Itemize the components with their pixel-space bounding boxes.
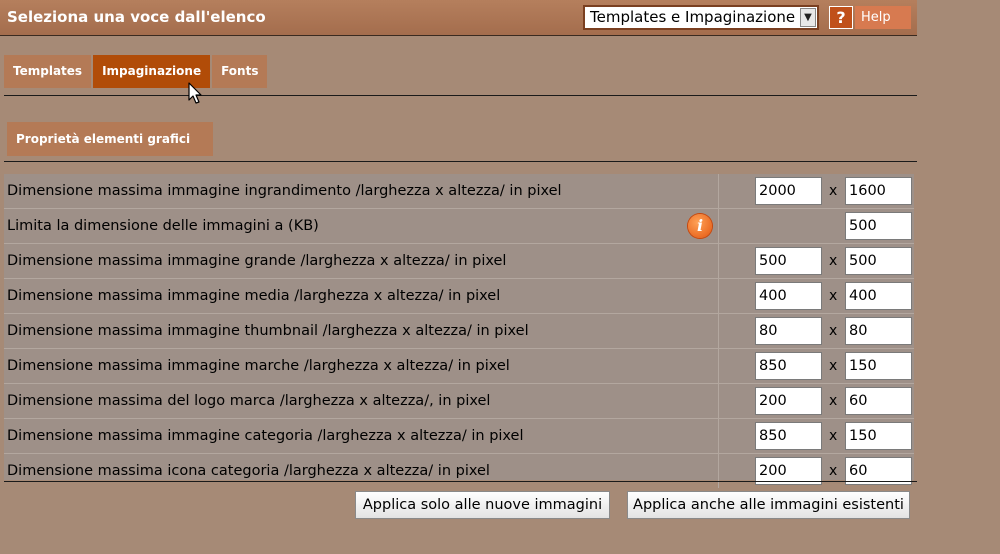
times-symbol: x — [829, 393, 838, 409]
help-icon[interactable]: ? — [829, 6, 853, 29]
divider — [4, 95, 917, 96]
height-input[interactable] — [845, 352, 912, 380]
height-input[interactable] — [845, 387, 912, 415]
setting-row: Dimensione massima immagine thumbnail /l… — [4, 313, 914, 348]
setting-label: Dimensione massima immagine marche /larg… — [7, 358, 510, 374]
setting-label: Limita la dimensione delle immagini a (K… — [7, 218, 319, 234]
times-symbol: x — [829, 253, 838, 269]
width-input[interactable] — [755, 352, 822, 380]
column-separator — [718, 419, 719, 453]
width-input[interactable] — [755, 387, 822, 415]
tab-fonts[interactable]: Fonts — [212, 55, 268, 88]
width-input[interactable] — [755, 317, 822, 345]
apply-all-images-button[interactable]: Applica anche alle immagini esistenti — [627, 491, 910, 519]
times-symbol: x — [829, 323, 838, 339]
column-separator — [718, 454, 719, 488]
times-symbol: x — [829, 288, 838, 304]
column-separator — [718, 174, 719, 208]
page-title: Seleziona una voce dall'elenco — [7, 8, 266, 26]
width-input[interactable] — [755, 247, 822, 275]
setting-row: Dimensione massima immagine grande /larg… — [4, 243, 914, 278]
settings-table: Dimensione massima immagine ingrandiment… — [4, 174, 914, 488]
setting-label: Dimensione massima immagine media /largh… — [7, 288, 501, 304]
setting-row: Dimensione massima immagine media /largh… — [4, 278, 914, 313]
column-separator — [718, 209, 719, 243]
info-icon[interactable]: i — [688, 214, 712, 238]
setting-row: Dimensione massima immagine categoria /l… — [4, 418, 914, 453]
divider — [4, 161, 917, 162]
setting-label: Dimensione massima del logo marca /largh… — [7, 393, 491, 409]
apply-new-images-button[interactable]: Applica solo alle nuove immagini — [355, 491, 610, 519]
tab-templates[interactable]: Templates — [4, 55, 92, 88]
tab-bar: Templates Impaginazione Fonts — [4, 55, 268, 88]
mouse-pointer-icon — [188, 82, 202, 104]
help-button[interactable]: Help — [855, 6, 911, 29]
setting-row: Limita la dimensione delle immagini a (K… — [4, 208, 914, 243]
setting-row: Dimensione massima icona categoria /larg… — [4, 453, 914, 488]
height-input[interactable] — [845, 317, 912, 345]
times-symbol: x — [829, 428, 838, 444]
column-separator — [718, 384, 719, 418]
times-symbol: x — [829, 358, 838, 374]
setting-row: Dimensione massima immagine marche /larg… — [4, 348, 914, 383]
setting-label: Dimensione massima immagine thumbnail /l… — [7, 323, 529, 339]
column-separator — [718, 314, 719, 348]
section-header: Proprietà elementi grafici — [7, 122, 213, 156]
setting-label: Dimensione massima immagine categoria /l… — [7, 428, 524, 444]
height-input[interactable] — [845, 247, 912, 275]
divider — [4, 481, 917, 482]
column-separator — [718, 244, 719, 278]
section-select-value: Templates e Impaginazione — [590, 8, 796, 26]
section-select[interactable]: Templates e Impaginazione ▼ — [583, 5, 819, 30]
setting-row: Dimensione massima immagine ingrandiment… — [4, 174, 914, 208]
width-input[interactable] — [755, 422, 822, 450]
setting-row: Dimensione massima del logo marca /largh… — [4, 383, 914, 418]
column-separator — [718, 349, 719, 383]
height-input[interactable] — [845, 422, 912, 450]
column-separator — [718, 279, 719, 313]
setting-label: Dimensione massima immagine ingrandiment… — [7, 183, 562, 199]
setting-label: Dimensione massima icona categoria /larg… — [7, 463, 490, 479]
setting-label: Dimensione massima immagine grande /larg… — [7, 253, 507, 269]
width-input[interactable] — [755, 177, 822, 205]
size-kb-input[interactable] — [845, 212, 912, 240]
height-input[interactable] — [845, 177, 912, 205]
width-input[interactable] — [755, 282, 822, 310]
chevron-down-icon[interactable]: ▼ — [800, 8, 816, 27]
header-bar: Seleziona una voce dall'elenco Templates… — [0, 0, 917, 36]
times-symbol: x — [829, 183, 838, 199]
times-symbol: x — [829, 463, 838, 479]
height-input[interactable] — [845, 282, 912, 310]
